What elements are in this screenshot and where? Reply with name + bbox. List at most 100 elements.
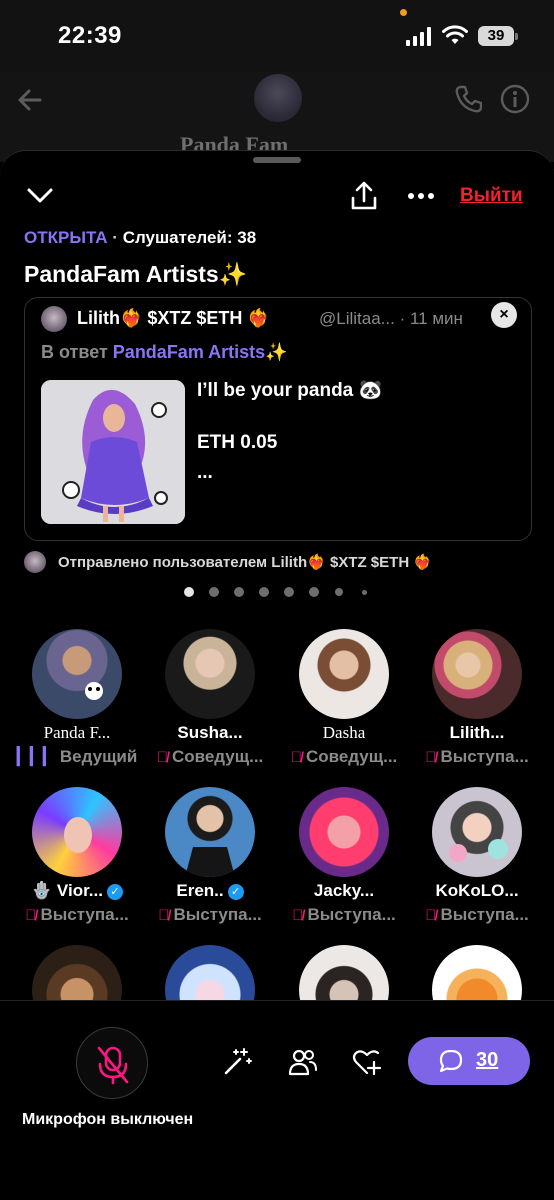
share-icon[interactable] [350, 181, 378, 211]
cellular-signal-icon [406, 27, 431, 46]
mic-off-icon [97, 1046, 129, 1085]
participant-avatar [32, 629, 122, 719]
close-icon[interactable]: × [491, 302, 517, 328]
participant-avatar [165, 945, 255, 1001]
reply-to-link[interactable]: PandaFam Artists✨ [113, 342, 288, 362]
participant[interactable]: KoKoLO... 🎙̸ Выступа... [410, 787, 544, 937]
battery-indicator: 39 [478, 26, 518, 46]
participant[interactable]: Eren.. ✓ 🎙̸ Выступа... [143, 787, 277, 937]
mic-muted-icon: 🎙̸ [425, 907, 437, 924]
participant-avatar [299, 945, 389, 1001]
chevron-down-icon[interactable] [26, 185, 54, 207]
post-handle-time: @Lilitaa... · 11 мин [319, 309, 463, 328]
participant-role: 🎙̸ Выступа... [277, 905, 411, 925]
participant[interactable]: 🪬 Vior... ✓ 🎙̸ Выступа... [10, 787, 144, 937]
participant-avatar [165, 629, 255, 719]
participant[interactable]: Panda F... ▎▎▎ Ведущий [10, 629, 144, 779]
reply-prefix: В ответ [41, 342, 108, 362]
role-label: Выступа... [440, 747, 529, 766]
mic-muted-icon: 🎙̸ [425, 749, 437, 766]
page-dot[interactable] [284, 587, 294, 597]
role-label: Выступа... [40, 905, 129, 924]
posted-by-avatar [24, 551, 46, 573]
participant-role: 🎙̸ Соведущ... [277, 747, 411, 767]
wifi-icon [442, 25, 468, 44]
page-dot[interactable] [234, 587, 244, 597]
back-arrow-icon[interactable] [16, 86, 44, 114]
clock: 22:39 [58, 22, 122, 49]
participant-role: 🎙̸ Выступа... [410, 905, 544, 925]
people-icon[interactable] [288, 1047, 318, 1077]
participant[interactable] [10, 945, 144, 1001]
name-label: 🪬 Vior... [31, 881, 103, 900]
participant[interactable]: Dasha 🎙̸ Соведущ... [277, 629, 411, 779]
role-label: Соведущ... [305, 747, 398, 766]
verified-badge-icon: ✓ [106, 884, 123, 900]
participant[interactable] [143, 945, 277, 1001]
participant-name: Lilith... [449, 723, 505, 742]
space-status: ОТКРЫТА [24, 228, 108, 247]
comments-count: 30 [476, 1049, 499, 1071]
participant[interactable] [277, 945, 411, 1001]
participant-name: Dasha [322, 723, 366, 742]
participant-avatar [32, 787, 122, 877]
participant-avatar [432, 787, 522, 877]
background-chat-header: Panda Fam [0, 72, 554, 162]
participant[interactable]: Lilith... 🎙̸ Выступа... [410, 629, 544, 779]
info-icon[interactable] [500, 84, 530, 114]
participant-name: Eren.. ✓ [143, 881, 277, 901]
post-text-line2: ETH 0.05 [197, 432, 278, 453]
meta-separator: · [112, 228, 123, 247]
listeners-count: Слушателей: 38 [122, 228, 257, 247]
participant-name: Jacky... [313, 881, 375, 900]
page-dot[interactable] [259, 587, 269, 597]
role-label: Выступа... [173, 905, 262, 924]
more-options-icon[interactable] [406, 181, 436, 211]
participant-role: 🎙̸ Выступа... [10, 905, 144, 925]
participant-name: 🪬 Vior... ✓ [10, 881, 144, 901]
chat-avatar [254, 74, 302, 122]
sheet-grabber[interactable] [253, 157, 301, 163]
status-bar: 22:39 39 [0, 0, 554, 72]
mic-muted-icon: 🎙̸ [25, 907, 37, 924]
page-dot[interactable] [335, 588, 343, 596]
participant-role: 🎙̸ Соведущ... [143, 747, 277, 767]
participant-avatar [432, 629, 522, 719]
mic-muted-icon: 🎙̸ [156, 749, 168, 766]
pagination-dots[interactable] [184, 587, 374, 597]
comments-button[interactable]: 30 [408, 1037, 530, 1085]
chat-bubble-icon [439, 1049, 463, 1073]
mic-status-label: Микрофон выключен [22, 1111, 194, 1128]
phone-icon[interactable] [454, 84, 482, 114]
post-image[interactable] [41, 380, 185, 524]
heart-plus-icon[interactable] [352, 1047, 382, 1077]
page-dot[interactable] [309, 587, 319, 597]
participant[interactable]: Jacky... 🎙̸ Выступа... [277, 787, 411, 937]
space-title: PandaFam Artists✨ [24, 261, 248, 287]
participant[interactable] [410, 945, 544, 1001]
pinned-post-card[interactable]: Lilith❤️‍🔥 $XTZ $ETH ❤️‍🔥 @Lilitaa... · … [24, 297, 532, 541]
magic-wand-icon[interactable] [222, 1047, 252, 1077]
page-dot[interactable] [209, 587, 219, 597]
mic-muted-icon: 🎙̸ [158, 907, 170, 924]
participant-name: Susha... [177, 723, 243, 742]
participant-avatar [299, 629, 389, 719]
role-label: Выступа... [307, 905, 396, 924]
mic-muted-icon: 🎙̸ [290, 749, 302, 766]
post-text-line3: ... [197, 462, 213, 483]
space-meta: ОТКРЫТА · Слушателей: 38 [24, 228, 256, 248]
page-dot[interactable] [184, 587, 194, 597]
bottom-bar: Микрофон выключен 30 [0, 1000, 554, 1200]
name-label: Eren.. [176, 881, 224, 900]
posted-by-text: Отправлено пользователем Lilith❤️‍🔥 $XTZ… [58, 554, 432, 571]
exit-button[interactable]: Выйти [460, 185, 523, 207]
microphone-toggle-button[interactable] [76, 1027, 148, 1099]
participant-avatar [32, 945, 122, 1001]
participant-name: Panda F... [43, 723, 111, 742]
role-label: Ведущий [59, 747, 138, 766]
participant-role: ▎▎▎ Ведущий [10, 747, 144, 767]
participant[interactable]: Susha... 🎙̸ Соведущ... [143, 629, 277, 779]
post-author-name: Lilith❤️‍🔥 $XTZ $ETH ❤️‍🔥 [77, 308, 270, 328]
page-dot[interactable] [362, 590, 367, 595]
post-text-line1: I’ll be your panda 🐼 [197, 380, 383, 401]
